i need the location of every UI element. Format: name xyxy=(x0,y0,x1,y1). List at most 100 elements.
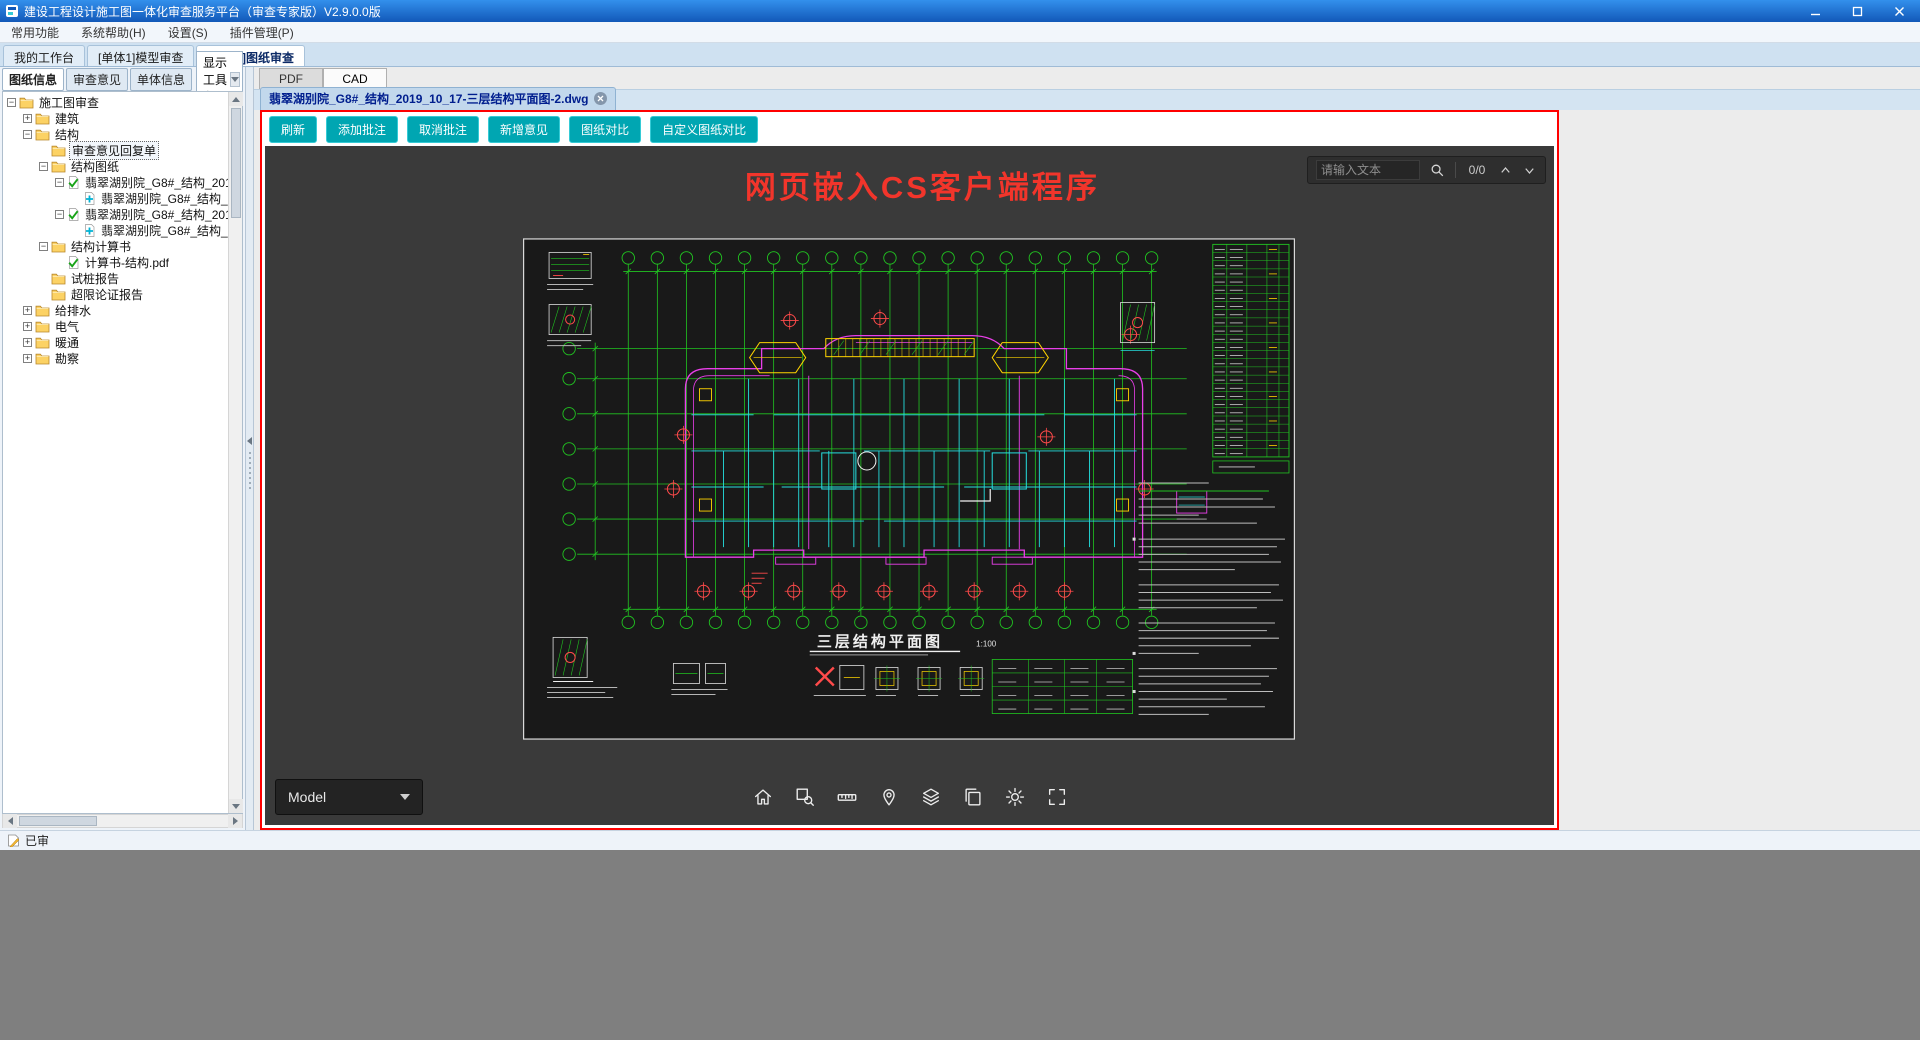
format-tab-pdf[interactable]: PDF xyxy=(259,68,323,89)
folder-icon xyxy=(35,321,50,332)
scroll-right-button[interactable] xyxy=(228,814,242,828)
cad-toolbar: 刷新 添加批注 取消批注 新增意见 图纸对比 自定义图纸对比 xyxy=(262,112,1557,146)
tree-item-1[interactable]: + 建筑 xyxy=(3,110,228,126)
tree-item-label: 给排水 xyxy=(55,303,92,318)
file-tab-close-button[interactable] xyxy=(594,92,608,105)
drawing-scale: 1:100 xyxy=(976,639,997,648)
embedded-cad-region: 刷新添加批注取消批注新增意见图纸对比自定义图纸对比 网页嵌入CS客户端程序 0/… xyxy=(260,110,1559,830)
search-next-button[interactable] xyxy=(1522,163,1537,178)
zoom-window-button[interactable] xyxy=(788,779,822,815)
checked-drawing-icon xyxy=(68,207,79,221)
vscroll-thumb[interactable] xyxy=(230,108,241,218)
tree-expander[interactable]: + xyxy=(23,337,32,347)
model-selector[interactable]: Model xyxy=(275,779,423,815)
chevron-down-icon xyxy=(231,76,239,82)
tree-expander[interactable]: + xyxy=(23,305,32,315)
panel-splitter[interactable] xyxy=(246,67,254,830)
tree-expander[interactable]: − xyxy=(55,177,64,187)
maximize-button[interactable] xyxy=(1836,0,1878,22)
tree-item-14[interactable]: + 电气 xyxy=(3,318,228,334)
tree-expander[interactable]: + xyxy=(23,113,32,123)
tree-item-5[interactable]: − 翡翠湖别院_G8#_结构_2019_10_17-三 xyxy=(3,174,228,190)
tree-expander[interactable]: + xyxy=(23,321,32,331)
sheets-button[interactable] xyxy=(956,779,990,815)
cad-viewer: 网页嵌入CS客户端程序 0/0 xyxy=(265,146,1554,825)
measure-icon xyxy=(837,794,856,801)
minimize-button[interactable] xyxy=(1794,0,1836,22)
app-window: 建设工程设计施工图一体化审查服务平台（审查专家版）V2.9.0.0版 常用功能系… xyxy=(0,0,1920,850)
main-tab-0[interactable]: 我的工作台 xyxy=(3,45,86,66)
cad-toolbar-button-5[interactable]: 自定义图纸对比 xyxy=(650,115,759,143)
chevron-up-icon xyxy=(1501,166,1510,173)
tree-expander[interactable]: − xyxy=(23,129,32,139)
tree-expander[interactable]: + xyxy=(23,353,32,363)
tree-item-9[interactable]: − 结构计算书 xyxy=(3,238,228,254)
cad-toolbar-button-1[interactable]: 添加批注 xyxy=(326,115,399,143)
settings-button[interactable] xyxy=(998,779,1032,815)
annotation-plus-icon xyxy=(85,191,95,205)
search-input[interactable] xyxy=(1316,160,1420,180)
tree-item-10[interactable]: 计算书-结构.pdf xyxy=(3,254,228,270)
tree-item-label: 翡翠湖别院_G8#_结构_2019_10_1 xyxy=(101,191,228,206)
left-tab-0[interactable]: 图纸信息 xyxy=(2,67,65,91)
close-button[interactable] xyxy=(1878,0,1920,22)
cad-toolbar-button-4[interactable]: 图纸对比 xyxy=(569,115,642,143)
file-tab[interactable]: 翡翠湖别院_G8#_结构_2019_10_17-三层结构平面图-2.dwg xyxy=(260,87,617,110)
home-button[interactable] xyxy=(746,779,780,815)
folder-icon xyxy=(35,113,50,124)
triangle-right-icon xyxy=(232,817,238,825)
cad-toolbar-button-3[interactable]: 新增意见 xyxy=(488,115,561,143)
scroll-left-button[interactable] xyxy=(3,814,17,828)
tree-item-0[interactable]: − 施工图审查 xyxy=(3,94,228,110)
cad-toolbar-button-0[interactable]: 刷新 xyxy=(269,115,318,143)
layers-icon xyxy=(922,788,939,806)
menu-item-3[interactable]: 插件管理(P) xyxy=(219,22,305,43)
layers-button[interactable] xyxy=(914,779,948,815)
hscroll-thumb[interactable] xyxy=(19,816,97,826)
tree-vertical-scrollbar[interactable] xyxy=(228,92,243,813)
left-panel: 图纸信息审查意见单体信息 显示工具条 −施工图审查+建筑−结构审查意见回复单−结… xyxy=(0,50,246,830)
home-icon xyxy=(754,789,771,805)
tree-expander[interactable]: − xyxy=(55,209,64,219)
tree-item-11[interactable]: 试桩报告 xyxy=(3,270,228,286)
menu-item-1[interactable]: 系统帮助(H) xyxy=(70,22,157,43)
tree-item-3[interactable]: 审查意见回复单 xyxy=(3,140,228,160)
marker-button[interactable] xyxy=(872,779,906,815)
tree-item-label: 结构图纸 xyxy=(71,159,120,174)
tree-item-label: 电气 xyxy=(55,319,80,334)
scroll-up-button[interactable] xyxy=(228,92,243,106)
tree-expander[interactable]: − xyxy=(39,161,48,171)
cad-toolbar-button-2[interactable]: 取消批注 xyxy=(407,115,480,143)
search-button[interactable] xyxy=(1429,162,1446,179)
measure-button[interactable] xyxy=(830,779,864,815)
tree-item-13[interactable]: + 给排水 xyxy=(3,302,228,318)
tree-item-15[interactable]: + 暖通 xyxy=(3,334,228,350)
tree-item-4[interactable]: − 结构图纸 xyxy=(3,158,228,174)
search-previous-button[interactable] xyxy=(1498,163,1513,178)
tree-item-label: 翡翠湖别院_G8#_结构_2019_10_1 xyxy=(101,223,228,238)
tree-horizontal-scrollbar[interactable] xyxy=(2,814,243,828)
scroll-down-button[interactable] xyxy=(228,799,243,813)
folder-icon xyxy=(19,97,34,108)
left-tab-2[interactable]: 单体信息 xyxy=(130,67,193,91)
main-tab-1[interactable]: [单体1]模型审查 xyxy=(87,45,195,66)
folder-icon xyxy=(35,305,50,316)
tree-item-7[interactable]: − 翡翠湖别院_G8#_结构_2019_10_17-[ xyxy=(3,206,228,222)
tree-item-8[interactable]: 翡翠湖别院_G8#_结构_2019_10_1 xyxy=(3,222,228,238)
viewer-bottom-toolbar xyxy=(746,779,1074,815)
tree-item-6[interactable]: 翡翠湖别院_G8#_结构_2019_10_1 xyxy=(3,190,228,206)
format-tab-cad[interactable]: CAD xyxy=(323,68,387,89)
tree-item-12[interactable]: 超限论证报告 xyxy=(3,286,228,302)
menu-item-2[interactable]: 设置(S) xyxy=(157,22,219,43)
left-tab-1[interactable]: 审查意见 xyxy=(66,67,129,91)
tree-item-16[interactable]: + 勘察 xyxy=(3,350,228,366)
file-tree: − 施工图审查 + 建筑 − 结构 审查意见回复单 − 结构图纸 − 翡翠湖别院_G8#_结构_20… xyxy=(3,92,228,813)
folder-icon xyxy=(51,241,66,252)
viewer-search-bar: 0/0 xyxy=(1307,156,1546,184)
tree-expander[interactable]: − xyxy=(7,97,16,107)
menu-item-0[interactable]: 常用功能 xyxy=(0,22,70,43)
fullscreen-button[interactable] xyxy=(1040,779,1074,815)
tree-shell: − 施工图审查 + 建筑 − 结构 审查意见回复单 − 结构图纸 − 翡翠湖别院_G8#_结构_20… xyxy=(2,91,243,814)
tree-expander[interactable]: − xyxy=(39,241,48,251)
fullscreen-icon xyxy=(1048,788,1065,806)
